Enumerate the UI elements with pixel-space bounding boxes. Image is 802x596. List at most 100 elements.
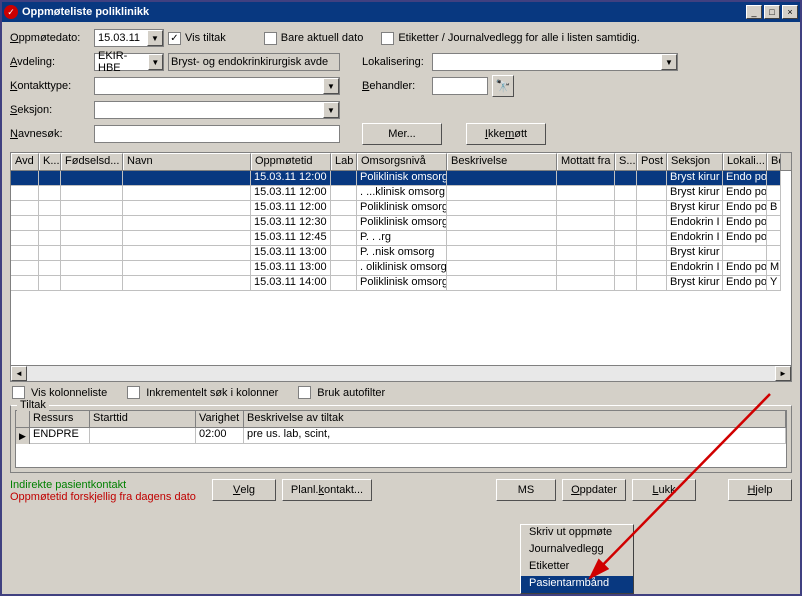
cell <box>557 171 615 186</box>
menu-item[interactable]: Etiketter <box>521 559 633 576</box>
table-row[interactable]: 15.03.11 12:00. ...klinisk omsorgBryst k… <box>11 186 791 201</box>
col-mottatt[interactable]: Mottatt fra <box>557 153 615 170</box>
kontakttype-combo[interactable]: ▼ <box>94 77 340 95</box>
cell: Endo pol <box>723 171 767 186</box>
chevron-down-icon[interactable]: ▼ <box>147 30 163 46</box>
appointments-grid[interactable]: Avd K... Fødselsd... Navn Oppmøtetid Lab… <box>10 152 792 382</box>
cell <box>39 246 61 261</box>
table-row[interactable]: 15.03.11 12:00Poliklinisk omsorgBryst ki… <box>11 171 791 186</box>
tiltak-row[interactable]: ▶ ENDPRE 02:00 pre us. lab, scint, <box>16 428 786 444</box>
tiltak-col-ressurs[interactable]: Ressurs <box>30 411 90 427</box>
cell <box>123 231 251 246</box>
hjelp-button[interactable]: Hjelp <box>728 479 792 501</box>
col-oppmotetid[interactable]: Oppmøtetid <box>251 153 331 170</box>
window-title: Oppmøteliste poliklinikk <box>22 6 746 18</box>
col-post[interactable]: Post <box>637 153 667 170</box>
maximize-button[interactable]: □ <box>764 5 780 19</box>
cell <box>447 186 557 201</box>
grid-body[interactable]: 15.03.11 12:00 Poliklinisk omsorg Bryst ki… <box>11 171 791 365</box>
oppmotedato-label: Oppmøtedato: <box>10 32 90 44</box>
ms-button[interactable]: MS <box>496 479 556 501</box>
cell <box>615 246 637 261</box>
col-avd[interactable]: Avd <box>11 153 39 170</box>
cell <box>615 186 637 201</box>
tiltak-col-varighet[interactable]: Varighet <box>196 411 244 427</box>
navnesok-label: Navnesøk: <box>10 128 90 140</box>
binoculars-icon: 🔭 <box>496 79 511 93</box>
table-row[interactable]: 15.03.11 13:00P. .nisk omsorgBryst kirur <box>11 246 791 261</box>
behandler-label: Behandler: <box>362 80 428 92</box>
oppmotedato-combo[interactable]: 15.03.11 ▼ <box>94 29 164 47</box>
cell: Bryst kirur <box>667 186 723 201</box>
col-beskrivelse[interactable]: Beskrivelse <box>447 153 557 170</box>
main-window: ✓ Oppmøteliste poliklinikk _ □ × Oppmøte… <box>0 0 802 596</box>
col-s[interactable]: S... <box>615 153 637 170</box>
etiketter-checkbox[interactable] <box>381 32 394 45</box>
cell <box>637 261 667 276</box>
ikke-mott-button[interactable]: Ikke møtt <box>466 123 546 145</box>
cell <box>637 216 667 231</box>
col-lab[interactable]: Lab <box>331 153 357 170</box>
col-seksjon[interactable]: Seksjon <box>667 153 723 170</box>
col-omsorgsniva[interactable]: Omsorgsnivå <box>357 153 447 170</box>
cell: Poliklinisk omsorg <box>357 171 447 186</box>
inkrementelt-checkbox[interactable] <box>127 386 140 399</box>
scroll-track[interactable] <box>27 366 775 381</box>
behandler-input[interactable] <box>432 77 488 95</box>
table-row[interactable]: 15.03.11 12:30Poliklinisk omsorgEndokrin… <box>11 216 791 231</box>
indirekte-text: Indirekte pasientkontakt <box>10 479 196 491</box>
autofilter-checkbox[interactable] <box>298 386 311 399</box>
cell <box>11 276 39 291</box>
binoculars-button[interactable]: 🔭 <box>492 75 514 97</box>
menu-item[interactable]: Pasientarmbånd <box>521 576 633 593</box>
velg-button[interactable]: Velg <box>212 479 276 501</box>
menu-item[interactable]: Journalvedlegg <box>521 542 633 559</box>
table-row[interactable]: 15.03.11 12:45P. . .rgEndokrin IEndo pol <box>11 231 791 246</box>
col-fodselsd[interactable]: Fødselsd... <box>61 153 123 170</box>
vis-kolonneliste-checkbox[interactable] <box>12 386 25 399</box>
chevron-down-icon[interactable]: ▼ <box>661 54 677 70</box>
chevron-down-icon[interactable]: ▼ <box>148 54 163 70</box>
chevron-down-icon[interactable]: ▼ <box>323 102 339 118</box>
forskjellig-text: Oppmøtetid forskjellig fra dagens dato <box>10 491 196 503</box>
tiltak-grid[interactable]: Ressurs Starttid Varighet Beskrivelse av… <box>15 410 787 468</box>
col-navn[interactable]: Navn <box>123 153 251 170</box>
cell <box>61 171 123 186</box>
menu-item[interactable]: Skriv ut oppmøte <box>521 525 633 542</box>
bare-aktuell-checkbox[interactable] <box>264 32 277 45</box>
mer-button[interactable]: Mer... <box>362 123 442 145</box>
scroll-right-icon[interactable]: ► <box>775 366 791 381</box>
cell <box>39 171 61 186</box>
minimize-button[interactable]: _ <box>746 5 762 19</box>
cell: 15.03.11 12:00 <box>251 201 331 216</box>
planl-kontakt-button[interactable]: Planl.kontakt... <box>282 479 372 501</box>
horizontal-scrollbar[interactable]: ◄ ► <box>11 365 791 381</box>
close-button[interactable]: × <box>782 5 798 19</box>
cell <box>557 246 615 261</box>
lokalisering-combo[interactable]: ▼ <box>432 53 678 71</box>
scroll-left-icon[interactable]: ◄ <box>11 366 27 381</box>
seksjon-combo[interactable]: ▼ <box>94 101 340 119</box>
table-row[interactable]: 15.03.11 12:00Poliklinisk omsorgBryst ki… <box>11 201 791 216</box>
cell <box>615 171 637 186</box>
tiltak-col-beskrivelse[interactable]: Beskrivelse av tiltak <box>244 411 786 427</box>
table-row[interactable]: 15.03.11 14:00Poliklinisk omsorgBryst ki… <box>11 276 791 291</box>
cell <box>61 261 123 276</box>
col-k[interactable]: K... <box>39 153 61 170</box>
oppdater-button[interactable]: Oppdater <box>562 479 626 501</box>
context-menu: Skriv ut oppmøteJournalvedleggEtiketterP… <box>520 524 634 594</box>
cell <box>637 201 667 216</box>
navnesok-input[interactable] <box>94 125 340 143</box>
table-row[interactable]: 15.03.11 13:00. oliklinisk omsorgEndokri… <box>11 261 791 276</box>
col-lokali[interactable]: Lokali... <box>723 153 767 170</box>
avdeling-combo[interactable]: EKIR-HBE ▼ <box>94 53 164 71</box>
cell <box>637 171 667 186</box>
tiltak-col-starttid[interactable]: Starttid <box>90 411 196 427</box>
col-be[interactable]: Be <box>767 153 781 170</box>
chevron-down-icon[interactable]: ▼ <box>323 78 339 94</box>
tiltak-fieldset: Tiltak Ressurs Starttid Varighet Beskriv… <box>10 405 792 473</box>
cell <box>331 246 357 261</box>
cell <box>331 171 357 186</box>
lukk-button[interactable]: Lukk <box>632 479 696 501</box>
vis-tiltak-checkbox[interactable]: ✓ <box>168 32 181 45</box>
